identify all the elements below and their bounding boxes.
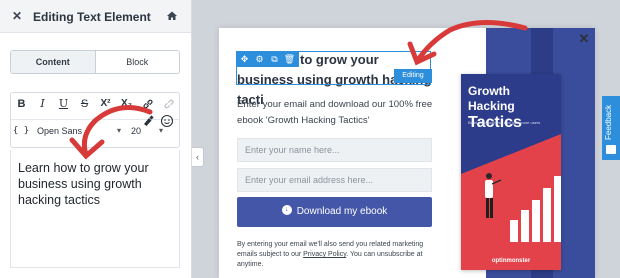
collapse-panel-handle[interactable]: ‹ bbox=[192, 147, 204, 167]
popup-description[interactable]: Enter your email and download our 100% f… bbox=[237, 97, 437, 129]
popup-close-icon[interactable]: ✕ bbox=[577, 32, 591, 46]
unlink-icon[interactable] bbox=[158, 94, 179, 114]
content-block-tabs: Content Block bbox=[10, 50, 180, 74]
download-icon: ↓ bbox=[281, 205, 292, 216]
font-size-value: 20 bbox=[131, 125, 142, 136]
panel-header: ✕ Editing Text Element bbox=[0, 0, 191, 33]
tab-content[interactable]: Content bbox=[11, 51, 96, 73]
name-input[interactable]: Enter your name here... bbox=[237, 138, 432, 162]
ebook-logo: optinmonster bbox=[491, 258, 531, 264]
editor-panel: ✕ Editing Text Element Content Block B I… bbox=[0, 0, 192, 278]
font-family-select[interactable]: Open Sans ▾ bbox=[37, 121, 123, 141]
underline-button[interactable]: U bbox=[53, 94, 74, 114]
home-icon[interactable] bbox=[163, 7, 181, 25]
text-editor-area[interactable]: Learn how to grow your business using gr… bbox=[10, 150, 180, 268]
link-icon[interactable] bbox=[137, 94, 158, 114]
element-edit-tools: ✥ ⚙ ⧉ 🗑 bbox=[237, 52, 299, 67]
delete-icon[interactable]: 🗑 bbox=[282, 52, 297, 67]
email-input[interactable]: Enter your email address here... bbox=[237, 168, 432, 192]
duplicate-icon[interactable]: ⧉ bbox=[267, 52, 282, 67]
superscript-button[interactable]: X² bbox=[95, 94, 116, 114]
source-code-button[interactable]: { } bbox=[11, 121, 31, 141]
ebook-title-line1: Growth Hacking bbox=[468, 84, 515, 113]
editing-badge: Editing bbox=[394, 69, 432, 83]
move-icon[interactable]: ✥ bbox=[237, 52, 252, 67]
chat-icon bbox=[606, 145, 616, 154]
ebook-subtitle: Build your business and gain more users bbox=[468, 120, 541, 125]
font-family-value: Open Sans bbox=[37, 125, 83, 136]
settings-icon[interactable]: ⚙ bbox=[252, 52, 267, 67]
privacy-notice: By entering your email we'll also send y… bbox=[237, 240, 437, 270]
text-color-icon[interactable] bbox=[141, 114, 155, 128]
privacy-policy-link[interactable]: Privacy Policy bbox=[303, 251, 346, 258]
ebook-cover-image: Growth Hacking Tactics Build your busine… bbox=[461, 74, 561, 270]
chevron-down-icon: ▾ bbox=[116, 125, 121, 135]
editor-text[interactable]: Learn how to grow your business using gr… bbox=[18, 160, 172, 208]
emoji-icon[interactable] bbox=[160, 114, 174, 128]
close-icon[interactable]: ✕ bbox=[9, 8, 25, 24]
ebook-illustration bbox=[461, 134, 561, 270]
italic-button[interactable]: I bbox=[32, 94, 53, 114]
panel-title: Editing Text Element bbox=[33, 10, 151, 24]
subscript-button[interactable]: X₂ bbox=[116, 94, 137, 114]
feedback-label: Feedback bbox=[604, 104, 613, 140]
tab-block[interactable]: Block bbox=[95, 51, 179, 73]
download-ebook-label: Download my ebook bbox=[296, 206, 388, 217]
download-ebook-button[interactable]: ↓ Download my ebook bbox=[237, 197, 432, 227]
strikethrough-button[interactable]: S bbox=[74, 94, 95, 114]
bold-button[interactable]: B bbox=[11, 94, 32, 114]
